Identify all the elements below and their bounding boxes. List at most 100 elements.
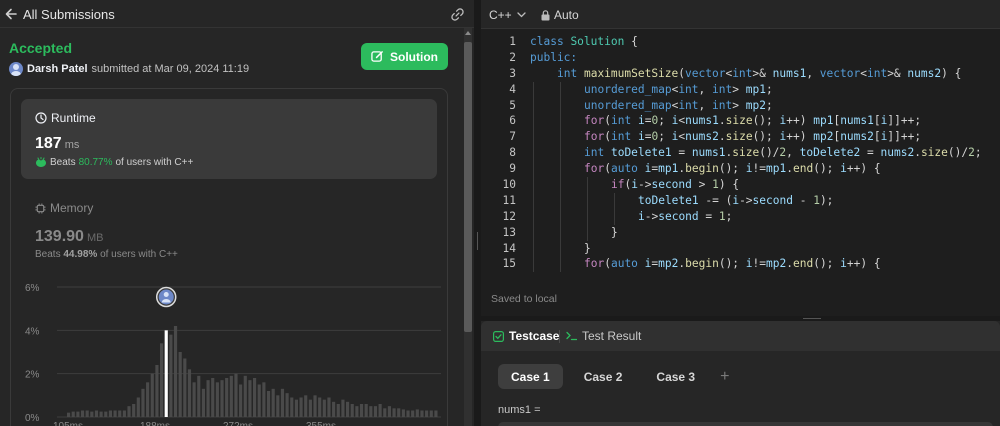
- code-line[interactable]: 6 for(int i=0; i<nums1.size(); i++) mp1[n…: [481, 113, 1000, 130]
- runtime-distribution-chart[interactable]: 6% 4% 2% 0% 105ms 188ms 272ms 355ms: [25, 277, 445, 426]
- code-token: .: [914, 146, 921, 160]
- avatar[interactable]: [9, 62, 23, 76]
- chart-bar: [420, 410, 424, 417]
- author-name[interactable]: Darsh Patel: [27, 63, 88, 75]
- code-line[interactable]: 3 int maximumSetSize(vector<int>& nums1, …: [481, 66, 1000, 82]
- code-token: (: [604, 114, 611, 128]
- code-line[interactable]: 15 for(auto i=mp2.begin(); i!=mp2.end(); …: [481, 256, 1000, 273]
- code-token: if: [611, 178, 625, 192]
- code-token: ;: [658, 130, 672, 144]
- code-token: >&: [887, 66, 908, 80]
- code-line[interactable]: 4 unordered_map<int, int> mp1;: [481, 81, 1000, 98]
- submission-scrollbar[interactable]: [462, 28, 474, 426]
- chart-bar: [141, 388, 145, 417]
- nums1-label: nums1 =: [498, 404, 541, 416]
- back-arrow-icon[interactable]: [5, 7, 17, 21]
- chart-bar: [155, 365, 159, 417]
- stats-card: Runtime 187 ms Beats 80.77% of users with…: [10, 88, 448, 426]
- language-select[interactable]: C++: [489, 8, 526, 22]
- scroll-up-arrow-icon[interactable]: [465, 31, 471, 35]
- code-line[interactable]: 8 int toDelete1 = nums1.size()/2, toDelet…: [481, 145, 1000, 162]
- chart-bar: [90, 411, 94, 417]
- code-token: class: [530, 35, 564, 48]
- runtime-box[interactable]: Runtime 187 ms Beats 80.77% of users with…: [21, 99, 437, 179]
- resize-grip-icon[interactable]: [477, 232, 478, 250]
- submission-author-row: Darsh Patel submitted at Mar 09, 2024 11…: [9, 61, 249, 77]
- indent-guide: [560, 224, 561, 241]
- chart-bar: [71, 411, 75, 417]
- code-token: int: [866, 66, 888, 80]
- code-line[interactable]: 2 public:: [481, 50, 1000, 66]
- saved-status: Saved to local: [491, 293, 557, 305]
- code-line[interactable]: 13}: [481, 224, 1000, 241]
- chart-bar: [322, 399, 326, 417]
- auto-mode-toggle[interactable]: Auto: [541, 8, 579, 22]
- code-token: for: [584, 162, 605, 176]
- code-token: ();: [813, 257, 841, 271]
- case-tab-1[interactable]: Case 1: [498, 364, 563, 389]
- line-number: 12: [502, 209, 516, 223]
- code-text: for(auto i=mp1.begin(); i!=mp1.end(); i+…: [584, 161, 881, 177]
- chart-bar: [406, 410, 410, 417]
- chart-bar: [211, 378, 215, 417]
- case-tab-3[interactable]: Case 3: [643, 364, 708, 389]
- code-text: int maximumSetSize(vector<int>& nums1, v…: [557, 66, 961, 82]
- vertical-panel-resizer[interactable]: [474, 0, 481, 426]
- code-token: <: [860, 66, 867, 80]
- share-link-icon[interactable]: [450, 7, 465, 22]
- tab-testcase[interactable]: Testcase: [493, 329, 559, 343]
- submission-panel: All Submissions Accepted Darsh Patel sub…: [0, 0, 474, 426]
- case-tab-2[interactable]: Case 2: [571, 364, 636, 389]
- code-token: mp1: [766, 162, 787, 176]
- chart-bar: [243, 375, 247, 417]
- language-label: C++: [489, 8, 512, 22]
- terminal-icon: [566, 331, 577, 341]
- add-case-icon[interactable]: +: [720, 368, 729, 386]
- code-token: end: [792, 162, 814, 176]
- resize-grip-horizontal-icon[interactable]: [803, 318, 821, 319]
- code-token: ;: [974, 146, 982, 160]
- code-token: ();: [752, 130, 780, 144]
- code-editor-panel: C++ Auto 1 class Solution {2 public: 3 int m…: [481, 0, 1000, 316]
- code-line[interactable]: 7 for(int i=0; i<nums2.size(); i++) mp2[n…: [481, 129, 1000, 146]
- indent-guide: [533, 97, 534, 114]
- clock-icon: [35, 112, 47, 124]
- code-line[interactable]: 5 unordered_map<int, int> mp2;: [481, 97, 1000, 114]
- chart-bar: [341, 399, 345, 417]
- memory-label-row[interactable]: Memory: [35, 201, 93, 215]
- memory-unit: MB: [86, 232, 104, 244]
- code-line[interactable]: 9 for(auto i=mp1.begin(); i!=mp1.end(); i…: [481, 161, 1000, 178]
- indent-guide: [533, 208, 534, 225]
- code-text: }: [611, 225, 618, 241]
- chart-bar: [113, 410, 117, 417]
- solution-button[interactable]: Solution: [361, 43, 448, 70]
- chart-bar: [294, 399, 298, 417]
- submission-time: submitted at Mar 09, 2024 11:19: [91, 63, 250, 75]
- code-token: ,: [786, 146, 800, 160]
- memory-chip-icon: [35, 202, 46, 214]
- code-token: >: [732, 98, 746, 112]
- chart-bar: [234, 373, 238, 417]
- all-submissions-link[interactable]: All Submissions: [23, 7, 115, 22]
- code-line[interactable]: 11 toDelete1 -= (i->second - 1);: [481, 192, 1000, 209]
- code-line[interactable]: 10 if(i->second > 1) {: [481, 177, 1000, 193]
- code-line[interactable]: 1 class Solution {: [481, 34, 1000, 50]
- chart-bar: [392, 408, 396, 417]
- indent-guide: [560, 177, 561, 193]
- code-editor[interactable]: 1 class Solution {2 public: 3 int maximumSet…: [481, 34, 1000, 276]
- nums1-input[interactable]: [498, 422, 993, 426]
- code-token: size: [920, 146, 948, 160]
- scrollbar-thumb[interactable]: [464, 42, 472, 332]
- code-token: {: [624, 35, 638, 48]
- chart-bar: [401, 409, 405, 417]
- code-line[interactable]: 12 i->second = 1;: [481, 208, 1000, 225]
- memory-beats: Beats 44.98% of users with C++: [35, 249, 178, 260]
- code-token: [: [873, 130, 881, 144]
- code-token: nums2: [840, 130, 874, 144]
- code-line[interactable]: 14}: [481, 240, 1000, 257]
- code-token: mp2: [658, 257, 679, 271]
- tab-test-result[interactable]: Test Result: [566, 329, 641, 343]
- chart-bar: [192, 382, 196, 417]
